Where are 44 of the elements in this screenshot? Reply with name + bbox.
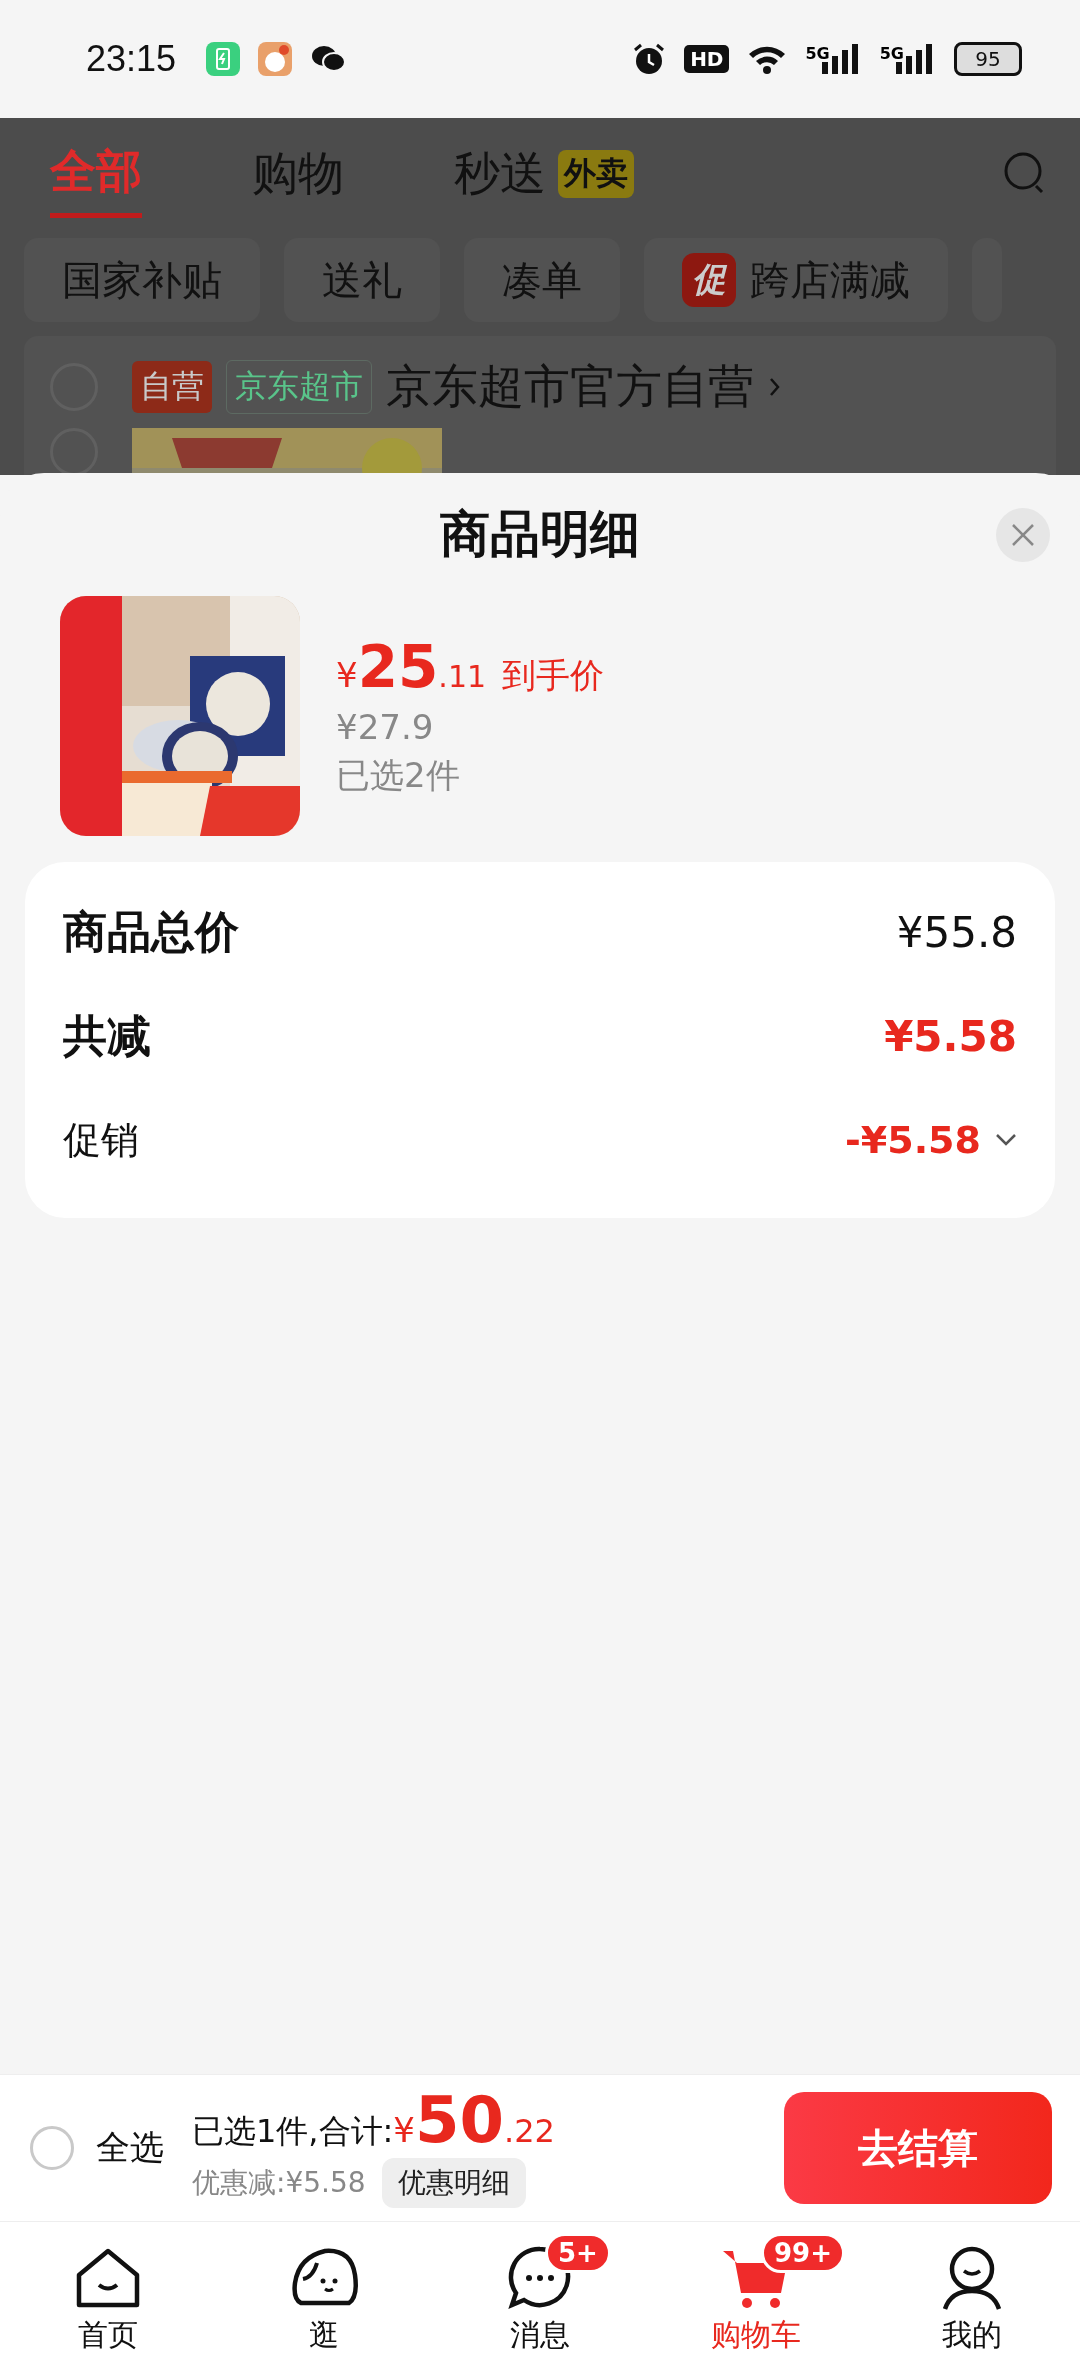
store-tag: 京东超市	[226, 360, 372, 414]
filter-chip[interactable]: 国家补贴	[24, 238, 260, 322]
quantity-text: 已选2件	[336, 754, 461, 797]
summary-value: ¥55.8	[896, 907, 1017, 957]
battery-level: 95	[975, 47, 1001, 71]
alarm-icon	[632, 42, 667, 76]
filter-chip[interactable]: 凑单	[464, 238, 620, 322]
promo-toggle[interactable]: -¥5.58	[845, 1118, 1017, 1162]
nav-tab[interactable]: 99+ 购物车	[648, 2222, 864, 2376]
app-icon	[258, 42, 293, 76]
filter-chip[interactable]: 送礼	[284, 238, 440, 322]
network-label: 5G	[805, 44, 830, 63]
nav-tab[interactable]: 我的	[864, 2222, 1080, 2376]
promo-tag: 促	[682, 253, 736, 307]
tab[interactable]: 秒送 外卖	[454, 133, 634, 215]
nav-tab[interactable]: 首页	[0, 2222, 216, 2376]
summary-label: 促销	[63, 1116, 139, 1164]
store-tag: 自营	[132, 361, 212, 413]
total-text: 已选1件,合计:¥50.22	[192, 2088, 556, 2154]
close-icon	[1011, 522, 1035, 547]
summary-value: ¥5.58	[884, 1011, 1017, 1061]
select-all[interactable]: 全选	[30, 2125, 164, 2171]
clock-time: 23:15	[86, 38, 177, 80]
chevron-icon	[768, 376, 782, 398]
checkout-button[interactable]: 去结算	[784, 2092, 1052, 2204]
tab-badge: 外卖	[558, 150, 634, 198]
sheet-title: 商品明细	[440, 504, 640, 565]
item-checkbox[interactable]	[50, 428, 98, 475]
select-all-label: 全选	[96, 2126, 164, 2169]
saving-text: 优惠减:¥5.58	[192, 2165, 366, 2201]
store-name[interactable]: 京东超市官方自营	[386, 356, 754, 418]
app-icon	[206, 42, 241, 76]
filter-chip[interactable]: 促 跨店满减	[644, 238, 948, 322]
nav-tab[interactable]: 逛	[216, 2222, 432, 2376]
network-label: 5G	[879, 44, 904, 63]
select-all-checkbox[interactable]	[30, 2126, 74, 2170]
original-price: ¥27.9	[336, 707, 435, 747]
chevron-icon	[995, 1133, 1017, 1147]
nav-tab[interactable]: 5+ 消息	[432, 2222, 648, 2376]
summary-label: 共减	[63, 1008, 151, 1063]
final-price: ¥25.11 到手价	[336, 633, 605, 701]
summary-label: 商品总价	[63, 904, 239, 959]
hd-indicator: HD	[684, 45, 730, 73]
discount-detail-button[interactable]: 优惠明细	[381, 2158, 526, 2208]
